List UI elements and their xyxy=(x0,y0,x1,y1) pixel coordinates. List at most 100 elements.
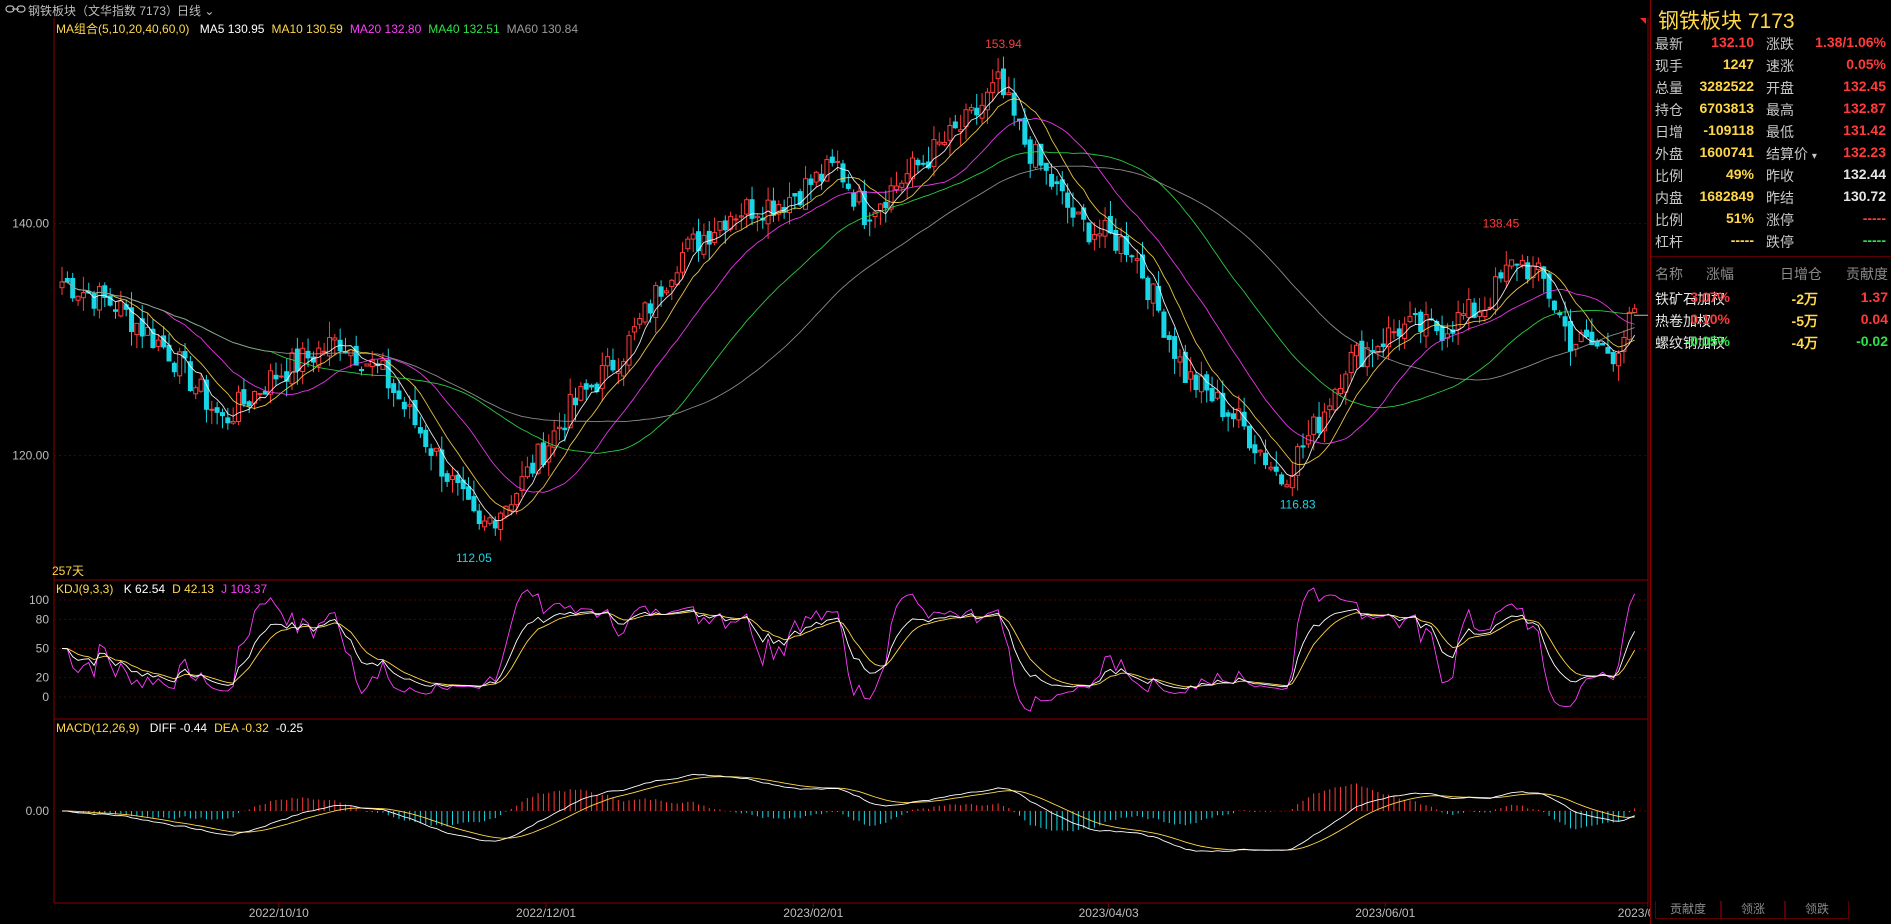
quote-label: 昨收 xyxy=(1766,168,1794,184)
ma-line xyxy=(61,165,1635,423)
candle-body xyxy=(883,201,889,209)
quote-row: 最新 132.10 涨跌 1.38/1.06% xyxy=(1651,31,1891,53)
ma-legend-item: MA60 130.84 xyxy=(506,22,579,36)
candle-body xyxy=(1209,387,1215,402)
macd-legend-item: DEA -0.32 xyxy=(214,721,269,735)
candle-body xyxy=(685,238,691,250)
candle-body xyxy=(1503,264,1509,282)
candle-body xyxy=(257,392,263,395)
ma-legend-label[interactable]: MA组合(5,10,20,40,60,0) xyxy=(56,22,189,36)
kdj-legend-label[interactable]: KDJ(9,3,3) xyxy=(56,582,113,596)
quote-value: 132.87 xyxy=(1843,100,1886,116)
quote-label: 内盘 xyxy=(1655,190,1683,206)
candle-body xyxy=(1273,466,1279,472)
candle-body xyxy=(273,374,279,380)
tab-leading-down[interactable]: 领跌 xyxy=(1785,901,1849,919)
ma-legend-item: MA10 130.59 xyxy=(271,22,343,36)
sector-header[interactable]: 涨幅 xyxy=(1706,264,1734,284)
quote-value: 49% xyxy=(1725,166,1754,182)
quote-value: 6703813 xyxy=(1699,100,1754,116)
candle-body xyxy=(1043,162,1049,171)
quote-row: 比例 49% 昨收 132.44 xyxy=(1651,163,1891,185)
sector-row[interactable]: 铁矿石加权 3.07% -2万 1.37 xyxy=(1651,286,1891,308)
ma-line xyxy=(61,98,1635,513)
quote-value: 131.42 xyxy=(1843,122,1886,138)
tab-contribution[interactable]: 贡献度 xyxy=(1655,901,1721,919)
candle-body xyxy=(562,427,568,431)
candle-body xyxy=(1006,92,1012,96)
candle-body xyxy=(1321,411,1327,432)
macd-tick-label: 0.00 xyxy=(26,804,50,818)
candle-body xyxy=(1466,298,1472,318)
macd-legend-item: -0.25 xyxy=(275,721,304,735)
candle-body xyxy=(1316,416,1322,434)
days-label: 257天 xyxy=(52,564,84,578)
candle-body xyxy=(669,279,675,288)
candle-body xyxy=(492,520,498,529)
candle-body xyxy=(578,385,584,401)
candle-body xyxy=(455,474,461,483)
sector-row[interactable]: 热卷加权 0.10% -5万 0.04 xyxy=(1651,308,1891,330)
candle-body xyxy=(1327,405,1333,411)
candle-body xyxy=(1011,92,1017,116)
candle-body xyxy=(1279,474,1285,485)
candle-body xyxy=(1616,352,1622,367)
kline-chart[interactable]: 140.00 120.00 100 80 50 20 0 0.00 2022/10/10 202… xyxy=(0,0,1650,924)
ma-line xyxy=(61,151,1635,454)
candle-body xyxy=(920,162,926,165)
candle-body xyxy=(851,192,857,207)
price-extreme-label: 138.45 xyxy=(1483,217,1520,231)
candle-body xyxy=(423,429,429,447)
candle-body xyxy=(738,215,744,218)
quote-label: 持仓 xyxy=(1655,102,1683,118)
candle-body xyxy=(241,389,247,405)
quote-value: 132.44 xyxy=(1843,166,1886,182)
kdj-tick-label: 50 xyxy=(36,642,50,656)
candle-body xyxy=(990,82,996,93)
candle-body xyxy=(1348,351,1354,374)
tab-leading-up[interactable]: 领涨 xyxy=(1721,901,1785,919)
candle-body xyxy=(476,510,482,525)
macd-legend-label[interactable]: MACD(12,26,9) xyxy=(56,721,139,735)
candle-body xyxy=(1161,311,1167,338)
candle-body xyxy=(1225,412,1231,417)
candle-body xyxy=(1337,388,1343,394)
quote-label: 涨停 xyxy=(1766,212,1794,228)
candle-body xyxy=(904,173,910,184)
candle-body xyxy=(1460,313,1466,316)
kdj-legend-item: D 42.13 xyxy=(172,582,215,596)
candle-body xyxy=(332,337,338,341)
sector-position: -2万 xyxy=(1791,291,1818,307)
candle-body xyxy=(1097,233,1103,237)
candle-body xyxy=(1610,351,1616,365)
candle-body xyxy=(589,384,595,388)
candle-body xyxy=(112,309,118,312)
price-tick-label: 140.00 xyxy=(12,217,49,231)
candle-body xyxy=(1075,211,1081,215)
candle-body xyxy=(1514,263,1520,266)
candle-body xyxy=(214,407,220,413)
candle-body xyxy=(877,203,883,212)
sector-contribution: 1.37 xyxy=(1860,289,1888,305)
candle-body xyxy=(583,383,589,390)
candle-body xyxy=(931,139,937,168)
candle-body xyxy=(674,272,680,285)
candle-body xyxy=(198,378,204,392)
quote-label[interactable]: 结算价 ▾ xyxy=(1766,144,1817,164)
candle-body xyxy=(1477,311,1483,317)
sector-header[interactable]: 贡献度 xyxy=(1846,264,1888,284)
candle-body xyxy=(556,426,562,430)
quote-value: 130.72 xyxy=(1843,188,1886,204)
candle-body xyxy=(867,219,873,222)
candle-body xyxy=(968,107,974,111)
candle-body xyxy=(96,285,102,311)
candle-body xyxy=(417,427,423,434)
candle-body xyxy=(428,448,434,456)
kdj-tick-label: 20 xyxy=(36,671,50,685)
sector-header[interactable]: 名称 xyxy=(1655,264,1683,284)
sector-header[interactable]: 日增仓 xyxy=(1780,264,1822,284)
quote-label: 跌停 xyxy=(1766,234,1794,250)
candle-body xyxy=(1172,336,1178,359)
quote-value: ----- xyxy=(1862,232,1886,248)
sector-row[interactable]: 螺纹钢加权 -0.05% -4万 -0.02 xyxy=(1651,330,1891,352)
